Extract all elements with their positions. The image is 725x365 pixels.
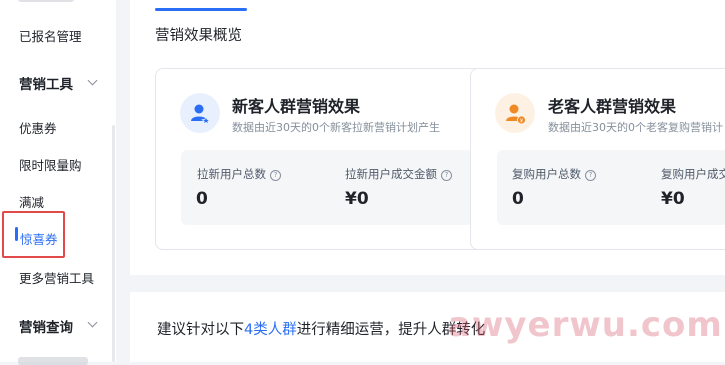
audience-link[interactable]: 4类人群: [244, 322, 297, 338]
card-subtitle: 数据由近30天的0个新客拉新营销计划产生: [232, 121, 440, 134]
sidebar-item-discount[interactable]: 满减: [19, 192, 44, 211]
stat-label: 复购用户总数?: [512, 166, 596, 182]
sidebar-item-coupons[interactable]: 优惠券: [19, 118, 57, 137]
sidebar-item-more-tools[interactable]: 更多营销工具: [19, 268, 94, 287]
help-icon[interactable]: ?: [270, 170, 281, 181]
sidebar-group-marketing-tools[interactable]: 营销工具: [19, 73, 73, 93]
stat-value: ¥0: [345, 189, 369, 209]
sidebar-group-marketing-query[interactable]: 营销查询: [19, 316, 73, 336]
sidebar-item-registered[interactable]: 已报名管理: [19, 26, 82, 45]
sidebar-item-cut-off: [18, 357, 88, 365]
svg-text:¥: ¥: [520, 118, 524, 124]
card-title: 新客人群营销效果: [232, 97, 361, 116]
user-yuan-icon: ¥: [495, 93, 535, 133]
stat-label: 拉新用户成交金额?: [345, 166, 452, 182]
sidebar-item-flash-sale[interactable]: 限时限量购: [19, 155, 82, 174]
stat-value: ¥0: [661, 189, 685, 209]
stat-label: 复购用户成交: [661, 167, 725, 181]
chevron-down-icon[interactable]: [87, 317, 98, 328]
card-subtitle: 数据由近30天的0个老客复购营销计: [548, 121, 723, 134]
card-title: 老客人群营销效果: [548, 97, 677, 116]
watermark: awyerwu.com: [448, 305, 723, 345]
chevron-down-icon[interactable]: [87, 75, 98, 86]
help-icon[interactable]: ?: [441, 170, 452, 181]
user-star-icon: [180, 93, 220, 133]
stat-value: 0: [196, 189, 208, 209]
section-title: 营销效果概览: [155, 28, 242, 44]
stat-label: 拉新用户总数?: [197, 166, 281, 182]
help-icon[interactable]: ?: [585, 170, 596, 181]
sidebar-scrollbar[interactable]: [112, 125, 115, 362]
stat-value: 0: [512, 189, 524, 209]
sidebar-item-cut-off: [18, 0, 74, 2]
stats-box: [181, 150, 473, 225]
stats-box: [497, 150, 725, 225]
active-tab-indicator: [155, 8, 247, 11]
suggestion-text: 建议针对以下4类人群进行精细运营，提升人群转化: [157, 322, 486, 338]
sidebar: 已报名管理 营销工具 优惠券 限时限量购 满减 惊喜券 更多营销工具 营销查询: [0, 0, 116, 365]
highlight-annotation: [2, 211, 65, 258]
